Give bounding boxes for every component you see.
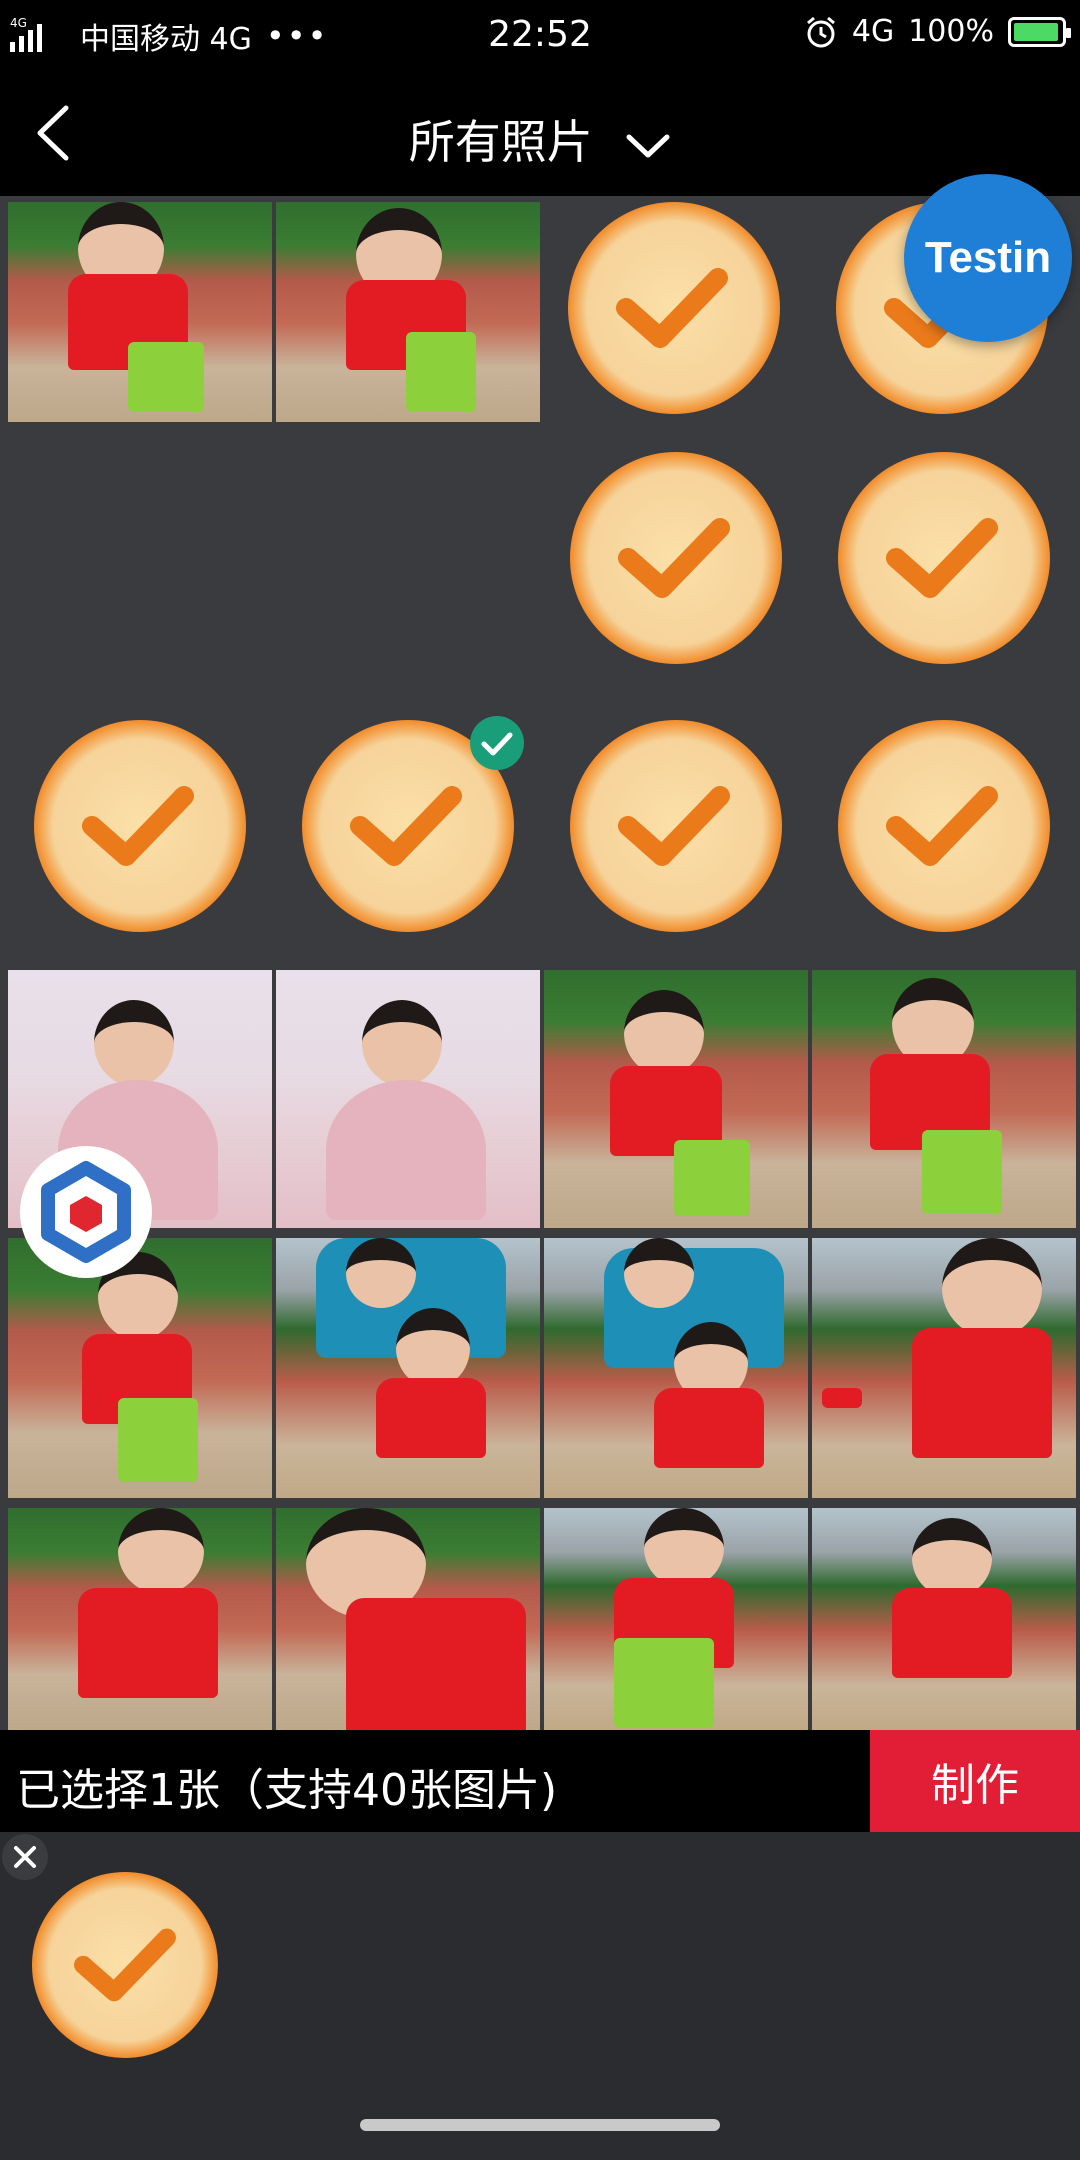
album-selector[interactable]: 所有照片 bbox=[0, 106, 1080, 172]
chevron-down-icon bbox=[626, 134, 670, 157]
close-icon bbox=[14, 1846, 36, 1868]
grid-item-check[interactable] bbox=[812, 694, 1076, 960]
grid-item-photo[interactable] bbox=[812, 970, 1076, 1228]
grid-item-check[interactable] bbox=[544, 202, 808, 422]
status-bar: 4G 中国移动 4G ••• 22:52 4G 100% bbox=[0, 0, 1080, 76]
grid-item-check[interactable] bbox=[8, 694, 272, 960]
grid-item-check[interactable] bbox=[544, 426, 808, 690]
selected-tray bbox=[0, 1832, 1080, 2087]
grid-item-photo[interactable] bbox=[544, 970, 808, 1228]
selected-thumbnail[interactable] bbox=[32, 1872, 218, 2058]
status-right: 4G 100% bbox=[804, 14, 1071, 49]
photo-grid bbox=[0, 196, 1080, 1730]
grid-item-photo[interactable] bbox=[8, 1508, 272, 1730]
alarm-icon bbox=[806, 16, 835, 47]
grid-item-check[interactable] bbox=[544, 694, 808, 960]
grid-item-photo[interactable] bbox=[544, 1508, 808, 1730]
selected-check-badge bbox=[470, 716, 524, 770]
testin-floating-button[interactable]: Testin bbox=[904, 174, 1072, 342]
grid-item-check[interactable] bbox=[812, 426, 1076, 690]
grid-item-photo[interactable] bbox=[544, 1238, 808, 1498]
battery-percent: 100% bbox=[908, 14, 994, 49]
system-nav-bar bbox=[0, 2087, 1080, 2160]
make-button[interactable]: 制作 bbox=[870, 1730, 1080, 1832]
grid-item-photo[interactable] bbox=[812, 1238, 1076, 1498]
grid-item-photo[interactable] bbox=[276, 202, 540, 422]
page-title: 所有照片 bbox=[408, 115, 593, 169]
selection-summary: 已选择1张（支持40张图片) bbox=[16, 1765, 558, 1816]
home-indicator[interactable] bbox=[360, 2119, 720, 2131]
grid-item-photo[interactable] bbox=[276, 1508, 540, 1730]
check-icon bbox=[481, 732, 513, 756]
grid-item-photo[interactable] bbox=[276, 970, 540, 1228]
hexagon-logo-icon[interactable] bbox=[20, 1146, 152, 1278]
grid-item-photo[interactable] bbox=[8, 202, 272, 422]
selection-bar: 已选择1张（支持40张图片) 制作 bbox=[0, 1730, 1080, 1832]
network-label: 4G bbox=[851, 14, 895, 49]
grid-item-photo[interactable] bbox=[812, 1508, 1076, 1730]
grid-item-photo[interactable] bbox=[276, 1238, 540, 1498]
remove-selected-button[interactable] bbox=[2, 1834, 48, 1880]
battery-charging-icon bbox=[1008, 16, 1071, 47]
app-header: 所有照片 bbox=[0, 76, 1080, 194]
